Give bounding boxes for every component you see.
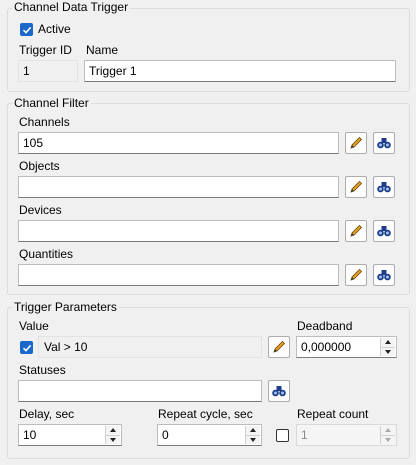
value-enabled-checkbox[interactable] (20, 341, 33, 354)
devices-edit-button[interactable] (345, 220, 367, 242)
repeat-cycle-up-arrow[interactable] (245, 426, 260, 435)
channel-data-trigger-legend: Channel Data Trigger (12, 0, 131, 14)
objects-input[interactable] (18, 176, 339, 198)
statuses-browse-button[interactable] (268, 380, 290, 402)
pencil-icon (350, 268, 363, 281)
repeat-count-checkbox[interactable] (276, 429, 289, 442)
delay-spinbox[interactable]: 10 (18, 424, 122, 446)
deadband-spinner[interactable] (380, 338, 395, 356)
value-expression-field: Val > 10 (38, 336, 262, 358)
repeat-count-down-arrow (380, 434, 395, 444)
devices-input[interactable] (18, 220, 339, 242)
binoculars-icon (377, 182, 391, 193)
channel-filter-legend: Channel Filter (12, 96, 91, 110)
pencil-icon (350, 136, 363, 149)
repeat-cycle-value: 0 (162, 428, 169, 442)
repeat-count-spinbox: 1 (296, 424, 397, 446)
repeat-cycle-label: Repeat cycle, sec (158, 407, 253, 421)
binoculars-icon (377, 270, 391, 281)
trigger-id-label: Trigger ID (19, 43, 72, 57)
delay-down-arrow[interactable] (105, 434, 120, 444)
objects-browse-button[interactable] (373, 176, 395, 198)
quantities-browse-button[interactable] (373, 264, 395, 286)
channels-edit-button[interactable] (345, 132, 367, 154)
deadband-label: Deadband (297, 319, 353, 333)
repeat-cycle-down-arrow[interactable] (245, 434, 260, 444)
pencil-icon (350, 180, 363, 193)
delay-up-arrow[interactable] (105, 426, 120, 435)
quantities-edit-button[interactable] (345, 264, 367, 286)
devices-browse-button[interactable] (373, 220, 395, 242)
deadband-up-arrow[interactable] (380, 338, 395, 347)
deadband-value: 0,000000 (301, 340, 352, 354)
deadband-spinbox[interactable]: 0,000000 (296, 336, 397, 358)
binoculars-icon (377, 138, 391, 149)
deadband-down-arrow[interactable] (380, 346, 395, 356)
statuses-label: Statuses (19, 363, 66, 377)
channels-input[interactable]: 105 (18, 132, 339, 154)
quantities-label: Quantities (19, 247, 74, 261)
value-label: Value (19, 319, 49, 333)
channels-label: Channels (19, 115, 70, 129)
name-input[interactable]: Trigger 1 (84, 60, 396, 82)
active-checkbox[interactable] (20, 23, 33, 36)
check-icon (22, 344, 31, 352)
binoculars-icon (377, 226, 391, 237)
trigger-parameters-legend: Trigger Parameters (12, 300, 119, 314)
name-label: Name (86, 43, 119, 57)
objects-edit-button[interactable] (345, 176, 367, 198)
repeat-count-up-arrow (380, 426, 395, 435)
binoculars-icon (272, 386, 286, 397)
value-edit-button[interactable] (268, 336, 290, 358)
devices-label: Devices (19, 203, 62, 217)
active-label: Active (38, 22, 71, 36)
trigger-id-field: 1 (18, 60, 78, 82)
delay-label: Delay, sec (19, 407, 75, 421)
objects-label: Objects (19, 159, 60, 173)
delay-spinner[interactable] (105, 426, 120, 444)
delay-value: 10 (23, 428, 37, 442)
repeat-count-label: Repeat count (297, 407, 369, 421)
repeat-count-value: 1 (301, 428, 308, 442)
statuses-input[interactable] (18, 380, 262, 402)
pencil-icon (273, 340, 286, 353)
repeat-cycle-spinner[interactable] (245, 426, 260, 444)
channels-browse-button[interactable] (373, 132, 395, 154)
repeat-cycle-spinbox[interactable]: 0 (157, 424, 262, 446)
pencil-icon (350, 224, 363, 237)
repeat-count-spinner (380, 426, 395, 444)
quantities-input[interactable] (18, 264, 339, 286)
check-icon (22, 26, 31, 34)
